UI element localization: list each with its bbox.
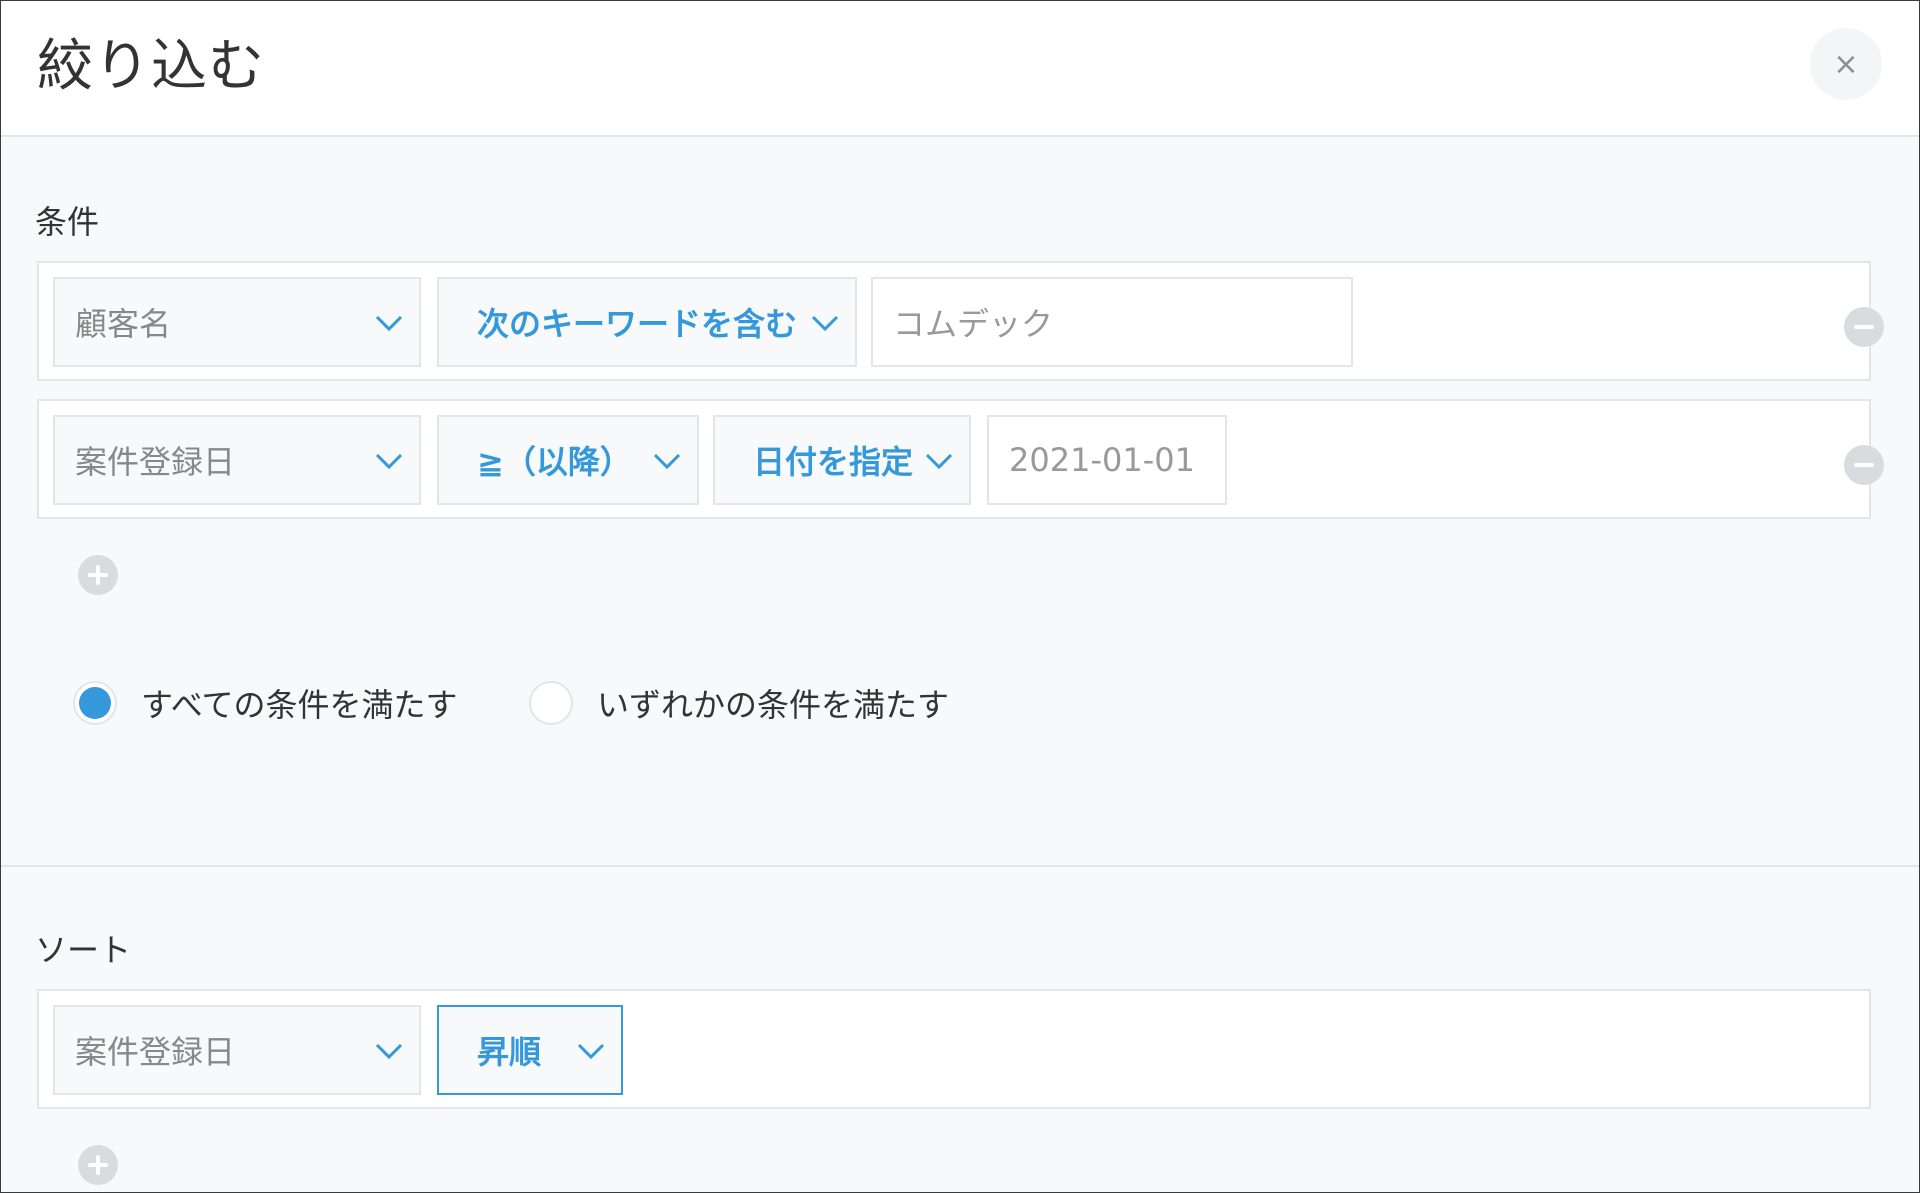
date-mode-select[interactable]: 日付を指定 xyxy=(713,415,971,505)
condition-operator-value: ≧（以降） xyxy=(477,443,632,481)
match-all-label: すべての条件を満たす xyxy=(141,686,458,724)
condition-row: 案件登録日 ≧（以降） 日付を指定 2021-01-01 xyxy=(37,399,1884,519)
condition-operator-select[interactable]: 次のキーワードを含む xyxy=(437,277,857,367)
close-icon: × xyxy=(1833,46,1859,82)
condition-field-value: 案件登録日 xyxy=(75,443,236,481)
condition-operator-value: 次のキーワードを含む xyxy=(477,305,798,343)
remove-condition-button[interactable] xyxy=(1844,307,1884,347)
radio-selected-icon xyxy=(73,681,117,725)
date-input[interactable]: 2021-01-01 xyxy=(987,415,1227,505)
chevron-down-icon xyxy=(809,307,841,339)
minus-icon xyxy=(1854,463,1874,467)
remove-condition-button[interactable] xyxy=(1844,445,1884,485)
condition-field-select[interactable]: 顧客名 xyxy=(53,277,421,367)
section-divider xyxy=(1,865,1919,867)
chevron-down-icon xyxy=(373,1035,405,1067)
condition-keyword-input[interactable]: コムデック xyxy=(871,277,1353,367)
chevron-down-icon xyxy=(651,445,683,477)
dialog-title: 絞り込む xyxy=(37,34,265,99)
chevron-down-icon xyxy=(373,445,405,477)
minus-icon xyxy=(1854,325,1874,329)
radio-unselected-icon xyxy=(529,681,573,725)
filter-dialog: 絞り込む × 条件 顧客名 次のキーワードを含む コムデック 案件登録日 ≧（以… xyxy=(0,0,1920,1193)
match-all-radio[interactable]: すべての条件を満たす xyxy=(73,677,457,729)
sort-field-value: 案件登録日 xyxy=(75,1033,236,1071)
date-mode-value: 日付を指定 xyxy=(753,443,914,481)
match-any-label: いずれかの条件を満たす xyxy=(597,686,950,724)
sort-order-value: 昇順 xyxy=(477,1033,542,1071)
condition-field-select[interactable]: 案件登録日 xyxy=(53,415,421,505)
close-button[interactable]: × xyxy=(1810,28,1882,100)
chevron-down-icon xyxy=(923,445,955,477)
match-any-radio[interactable]: いずれかの条件を満たす xyxy=(529,677,949,729)
dialog-header: 絞り込む × xyxy=(1,1,1919,137)
condition-row: 顧客名 次のキーワードを含む コムデック xyxy=(37,261,1884,381)
chevron-down-icon xyxy=(373,307,405,339)
conditions-label: 条件 xyxy=(35,203,100,241)
sort-field-select[interactable]: 案件登録日 xyxy=(53,1005,421,1095)
sort-order-select[interactable]: 昇順 xyxy=(437,1005,623,1095)
condition-operator-select[interactable]: ≧（以降） xyxy=(437,415,699,505)
sort-label: ソート xyxy=(35,931,132,969)
chevron-down-icon xyxy=(575,1035,607,1067)
sort-row: 案件登録日 昇順 xyxy=(37,989,1871,1109)
condition-field-value: 顧客名 xyxy=(75,305,172,343)
add-condition-button[interactable] xyxy=(78,555,118,595)
add-sort-button[interactable] xyxy=(78,1145,118,1185)
